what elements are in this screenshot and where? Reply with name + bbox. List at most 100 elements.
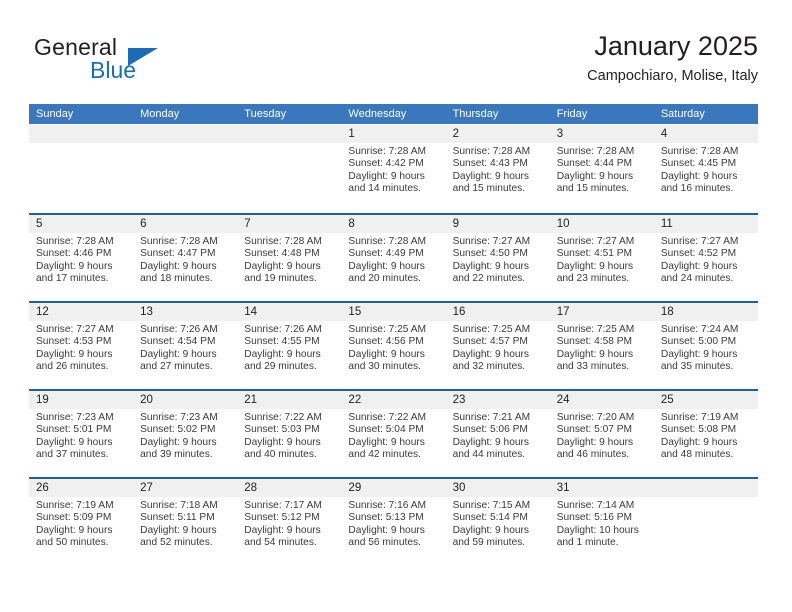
day-details: Sunrise: 7:28 AM Sunset: 4:49 PM Dayligh…	[341, 233, 445, 286]
sunset-text: Sunset: 4:54 PM	[140, 336, 216, 348]
day-cell[interactable]: 13 Sunrise: 7:26 AM Sunset: 4:54 PM Dayl…	[133, 303, 238, 389]
daylight-text-line1: Daylight: 9 hours	[140, 260, 217, 272]
day-cell[interactable]: 21 Sunrise: 7:22 AM Sunset: 5:03 PM Dayl…	[237, 391, 342, 477]
sunset-text: Sunset: 4:44 PM	[556, 158, 633, 170]
daylight-text-line2: and 20 minutes.	[348, 273, 421, 285]
sunrise-text: Sunrise: 7:15 AM	[452, 500, 531, 511]
day-details: Sunrise: 7:19 AM Sunset: 5:08 PM Dayligh…	[654, 409, 758, 462]
day-cell[interactable]: 16 Sunrise: 7:25 AM Sunset: 4:57 PM Dayl…	[445, 303, 550, 389]
day-details: Sunrise: 7:15 AM Sunset: 5:14 PM Dayligh…	[446, 497, 550, 550]
sunrise-text: Sunrise: 7:20 AM	[556, 412, 635, 423]
daylight-text-line2: and 26 minutes.	[36, 361, 109, 373]
day-cell[interactable]: 28 Sunrise: 7:17 AM Sunset: 5:12 PM Dayl…	[237, 479, 342, 565]
day-cell[interactable]: 7 Sunrise: 7:28 AM Sunset: 4:48 PM Dayli…	[237, 215, 342, 301]
day-details: Sunrise: 7:20 AM Sunset: 5:07 PM Dayligh…	[550, 409, 654, 462]
daylight-text-line2: and 52 minutes.	[140, 537, 213, 549]
day-cell[interactable]: 12 Sunrise: 7:27 AM Sunset: 4:53 PM Dayl…	[29, 303, 134, 389]
day-number: 18	[653, 303, 758, 321]
day-number: 6	[133, 215, 238, 233]
sunset-text: Sunset: 4:55 PM	[244, 336, 320, 348]
day-details: Sunrise: 7:26 AM Sunset: 4:54 PM Dayligh…	[133, 321, 237, 374]
day-details: Sunrise: 7:23 AM Sunset: 5:01 PM Dayligh…	[29, 409, 133, 462]
day-cell[interactable]: 23 Sunrise: 7:21 AM Sunset: 5:06 PM Dayl…	[445, 391, 550, 477]
sunrise-text: Sunrise: 7:27 AM	[660, 236, 739, 247]
day-cell[interactable]: 31 Sunrise: 7:14 AM Sunset: 5:16 PM Dayl…	[549, 479, 654, 565]
day-number: 23	[445, 391, 550, 409]
day-cell[interactable]: 19 Sunrise: 7:23 AM Sunset: 5:01 PM Dayl…	[29, 391, 134, 477]
daylight-text-line1: Daylight: 9 hours	[140, 524, 217, 536]
day-details: Sunrise: 7:28 AM Sunset: 4:45 PM Dayligh…	[654, 143, 758, 196]
daylight-text-line1: Daylight: 9 hours	[36, 524, 113, 536]
sunrise-text: Sunrise: 7:16 AM	[348, 500, 427, 511]
day-details: Sunrise: 7:19 AM Sunset: 5:09 PM Dayligh…	[29, 497, 133, 550]
day-cell[interactable]: 25 Sunrise: 7:19 AM Sunset: 5:08 PM Dayl…	[653, 391, 758, 477]
daylight-text-line1: Daylight: 9 hours	[348, 348, 425, 360]
day-cell[interactable]: 1 Sunrise: 7:28 AM Sunset: 4:42 PM Dayli…	[341, 125, 446, 213]
sunset-text: Sunset: 5:02 PM	[140, 424, 216, 436]
day-cell	[653, 479, 758, 565]
day-details: Sunrise: 7:22 AM Sunset: 5:04 PM Dayligh…	[341, 409, 445, 462]
daylight-text-line1: Daylight: 9 hours	[556, 260, 634, 272]
sunset-text: Sunset: 4:53 PM	[36, 336, 112, 348]
daylight-text-line2: and 39 minutes.	[140, 449, 213, 461]
day-cell[interactable]: 26 Sunrise: 7:19 AM Sunset: 5:09 PM Dayl…	[29, 479, 134, 565]
sunset-text: Sunset: 4:46 PM	[36, 248, 112, 260]
day-cell[interactable]: 3 Sunrise: 7:28 AM Sunset: 4:44 PM Dayli…	[549, 125, 654, 213]
day-number: 15	[341, 303, 446, 321]
sunset-text: Sunset: 4:51 PM	[556, 248, 633, 260]
sunset-text: Sunset: 5:12 PM	[244, 512, 320, 524]
day-cell[interactable]: 5 Sunrise: 7:28 AM Sunset: 4:46 PM Dayli…	[29, 215, 134, 301]
day-number: 4	[653, 125, 758, 143]
weekday-header-friday: Friday	[556, 108, 588, 120]
day-details: Sunrise: 7:28 AM Sunset: 4:47 PM Dayligh…	[133, 233, 237, 286]
day-cell[interactable]: 30 Sunrise: 7:15 AM Sunset: 5:14 PM Dayl…	[445, 479, 550, 565]
day-number: 26	[29, 479, 134, 497]
day-cell[interactable]: 18 Sunrise: 7:24 AM Sunset: 5:00 PM Dayl…	[653, 303, 758, 389]
day-cell[interactable]: 20 Sunrise: 7:23 AM Sunset: 5:02 PM Dayl…	[133, 391, 238, 477]
day-details: Sunrise: 7:21 AM Sunset: 5:06 PM Dayligh…	[446, 409, 550, 462]
daylight-text-line2: and 48 minutes.	[660, 449, 734, 461]
day-cell[interactable]: 29 Sunrise: 7:16 AM Sunset: 5:13 PM Dayl…	[341, 479, 446, 565]
day-cell[interactable]: 6 Sunrise: 7:28 AM Sunset: 4:47 PM Dayli…	[133, 215, 238, 301]
day-cell[interactable]: 24 Sunrise: 7:20 AM Sunset: 5:07 PM Dayl…	[549, 391, 654, 477]
sunrise-text: Sunrise: 7:23 AM	[140, 412, 218, 423]
sunrise-text: Sunrise: 7:18 AM	[140, 500, 218, 511]
day-cell[interactable]: 8 Sunrise: 7:28 AM Sunset: 4:49 PM Dayli…	[341, 215, 446, 301]
sunrise-text: Sunrise: 7:25 AM	[348, 324, 427, 335]
sunset-text: Sunset: 5:11 PM	[140, 512, 215, 524]
day-cell[interactable]: 14 Sunrise: 7:26 AM Sunset: 4:55 PM Dayl…	[237, 303, 342, 389]
daylight-text-line1: Daylight: 9 hours	[452, 348, 530, 360]
day-number	[133, 125, 238, 143]
day-number	[653, 479, 758, 497]
day-number: 24	[549, 391, 654, 409]
day-cell[interactable]: 22 Sunrise: 7:22 AM Sunset: 5:04 PM Dayl…	[341, 391, 446, 477]
daylight-text-line1: Daylight: 9 hours	[348, 524, 425, 536]
day-details: Sunrise: 7:14 AM Sunset: 5:16 PM Dayligh…	[550, 497, 654, 550]
day-cell[interactable]: 2 Sunrise: 7:28 AM Sunset: 4:43 PM Dayli…	[445, 125, 550, 213]
day-cell[interactable]: 4 Sunrise: 7:28 AM Sunset: 4:45 PM Dayli…	[653, 125, 758, 213]
sunset-text: Sunset: 4:48 PM	[244, 248, 320, 260]
day-cell[interactable]: 11 Sunrise: 7:27 AM Sunset: 4:52 PM Dayl…	[653, 215, 758, 301]
day-cell[interactable]: 15 Sunrise: 7:25 AM Sunset: 4:56 PM Dayl…	[341, 303, 446, 389]
daylight-text-line2: and 54 minutes.	[244, 537, 317, 549]
day-details: Sunrise: 7:25 AM Sunset: 4:56 PM Dayligh…	[341, 321, 445, 374]
sunrise-text: Sunrise: 7:28 AM	[556, 146, 635, 157]
sunrise-text: Sunrise: 7:28 AM	[140, 236, 218, 247]
sunrise-text: Sunrise: 7:14 AM	[556, 500, 635, 511]
day-cell[interactable]: 10 Sunrise: 7:27 AM Sunset: 4:51 PM Dayl…	[549, 215, 654, 301]
brand-logo[interactable]: General Blue	[34, 34, 254, 92]
page-subtitle: Campochiaro, Molise, Italy	[587, 68, 758, 84]
day-cell[interactable]: 9 Sunrise: 7:27 AM Sunset: 4:50 PM Dayli…	[445, 215, 550, 301]
day-cell[interactable]: 27 Sunrise: 7:18 AM Sunset: 5:11 PM Dayl…	[133, 479, 238, 565]
daylight-text-line2: and 19 minutes.	[244, 273, 317, 285]
day-cell[interactable]: 17 Sunrise: 7:25 AM Sunset: 4:58 PM Dayl…	[549, 303, 654, 389]
day-number: 31	[549, 479, 654, 497]
daylight-text-line1: Daylight: 9 hours	[348, 436, 425, 448]
sunrise-text: Sunrise: 7:28 AM	[452, 146, 531, 157]
day-number: 30	[445, 479, 550, 497]
daylight-text-line2: and 46 minutes.	[556, 449, 630, 461]
sunrise-text: Sunrise: 7:28 AM	[244, 236, 322, 247]
sunset-text: Sunset: 5:16 PM	[556, 512, 633, 524]
daylight-text-line2: and 1 minute.	[556, 537, 619, 549]
day-number	[237, 125, 342, 143]
